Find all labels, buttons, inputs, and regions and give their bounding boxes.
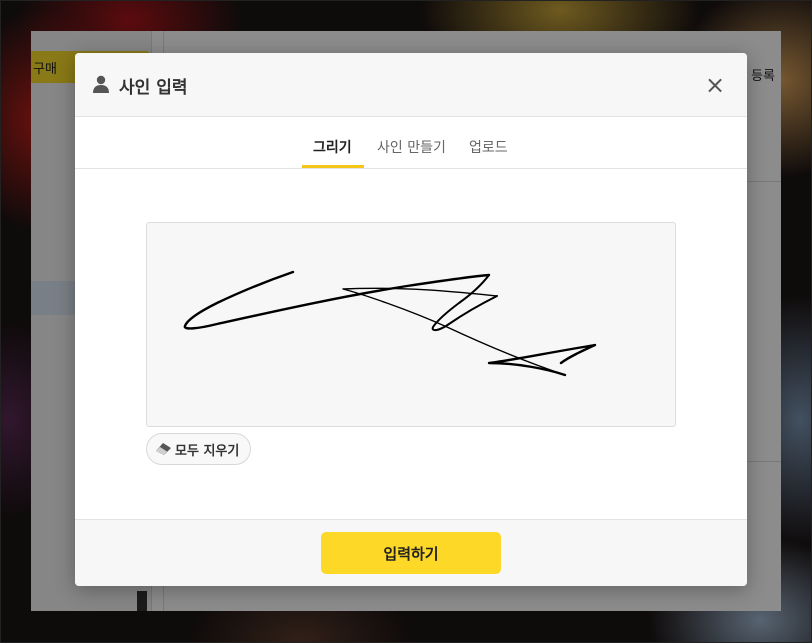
screenshot-frame	[0, 0, 812, 643]
